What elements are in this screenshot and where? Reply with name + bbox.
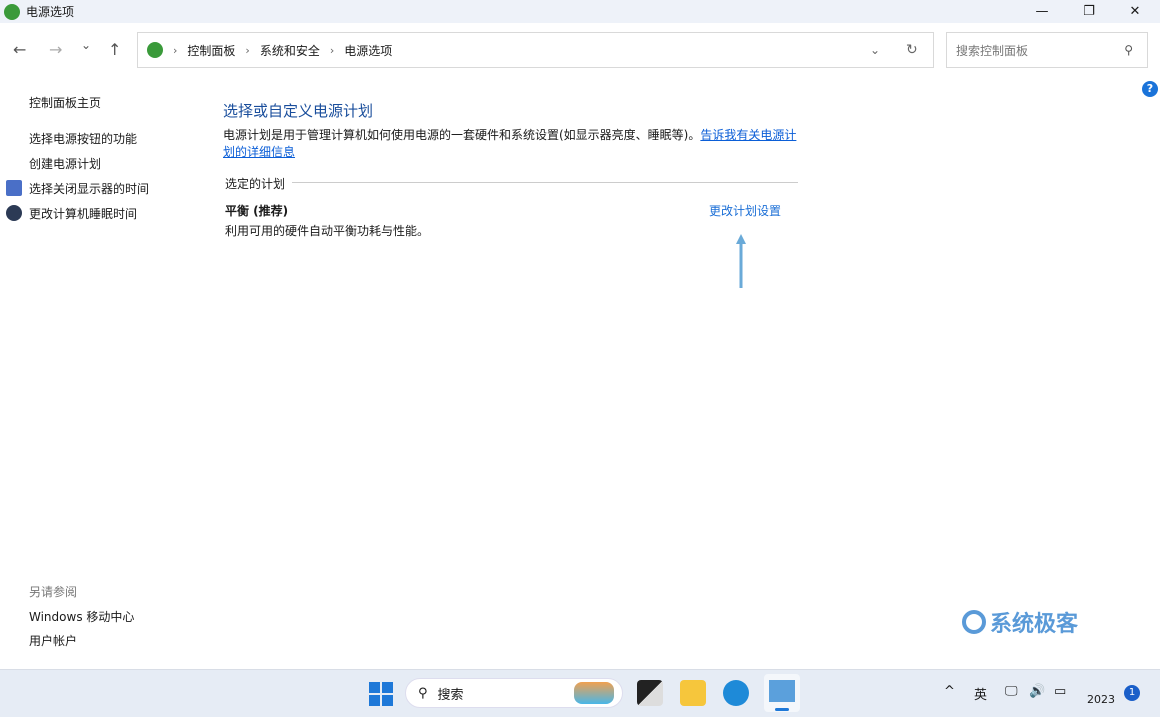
watermark-logo: 系统极客 (962, 606, 1078, 638)
control-panel-icon (147, 42, 163, 58)
power-options-icon (4, 3, 20, 20)
divider (292, 182, 798, 183)
up-button[interactable]: ↑ (108, 40, 121, 59)
notification-badge[interactable]: 1 (1124, 685, 1140, 701)
forward-button[interactable]: → (49, 40, 62, 59)
address-bar[interactable]: › 控制面板 › 系统和安全 › 电源选项 ⌄ ↻ (137, 32, 934, 68)
clock[interactable]: 2023 (1087, 693, 1115, 706)
sidebar-home-link[interactable]: 控制面板主页 (29, 94, 101, 111)
help-icon[interactable]: ? (1142, 81, 1158, 97)
file-explorer-icon[interactable] (680, 680, 706, 706)
taskbar-search[interactable]: ⚲ 搜索 (405, 678, 623, 708)
chevron-right-icon: › (245, 43, 250, 57)
sidebar-power-button-link[interactable]: 选择电源按钮的功能 (29, 130, 137, 147)
control-panel-taskbar-button[interactable] (764, 674, 800, 712)
monitor-icon (6, 180, 22, 196)
change-plan-settings-link[interactable]: 更改计划设置 (709, 202, 781, 219)
page-description: 电源计划是用于管理计算机如何使用电源的一套硬件和系统设置(如显示器亮度、睡眠等)… (223, 127, 803, 161)
ime-indicator[interactable]: 英 (974, 684, 987, 703)
sidebar-create-plan-link[interactable]: 创建电源计划 (29, 155, 101, 172)
sidebar-display-off-link[interactable]: 选择关闭显示器的时间 (29, 180, 149, 197)
battery-icon[interactable]: ▭ (1054, 684, 1066, 699)
active-indicator (775, 708, 789, 711)
selected-plan-heading: 选定的计划 (225, 177, 286, 191)
window-title: 电源选项 (26, 5, 75, 19)
taskbar-search-label: 搜索 (437, 687, 464, 703)
search-input[interactable]: 搜索控制面板 ⚲ (946, 32, 1148, 68)
see-also-heading: 另请参阅 (29, 585, 78, 599)
breadcrumb-system-security[interactable]: 系统和安全 (260, 42, 320, 59)
plan-name: 平衡 (推荐) (225, 204, 289, 218)
close-button[interactable]: ✕ (1112, 0, 1158, 23)
recent-locations-button[interactable]: ⌄ (81, 38, 91, 52)
watermark-text: 系统极客 (990, 612, 1079, 637)
page-title: 选择或自定义电源计划 (223, 102, 374, 120)
search-icon: ⚲ (418, 685, 428, 701)
search-placeholder: 搜索控制面板 (956, 43, 1029, 58)
breadcrumb-control-panel[interactable]: 控制面板 (187, 42, 235, 59)
sleep-moon-icon (6, 205, 22, 221)
maximize-button[interactable]: ❐ (1066, 0, 1112, 23)
chevron-right-icon: › (329, 43, 335, 57)
minimize-button[interactable]: — (1019, 0, 1065, 23)
edge-icon[interactable] (723, 680, 749, 706)
user-accounts-link[interactable]: 用户帐户 (29, 632, 77, 649)
title-bar: 电源选项 (0, 0, 1160, 23)
breadcrumb-power-options[interactable]: 电源选项 (344, 42, 392, 59)
plan-description: 利用可用的硬件自动平衡功耗与性能。 (225, 224, 430, 238)
sidebar-sleep-link[interactable]: 更改计算机睡眠时间 (29, 205, 137, 222)
refresh-icon[interactable]: ↻ (906, 42, 918, 58)
mobility-center-link[interactable]: Windows 移动中心 (29, 608, 134, 625)
network-icon[interactable]: 🖵 (1005, 684, 1018, 699)
task-view-icon[interactable] (637, 680, 663, 706)
control-panel-icon (769, 680, 795, 702)
address-dropdown-icon[interactable]: ⌄ (870, 43, 880, 57)
search-icon: ⚲ (1124, 43, 1133, 57)
arrow-up-icon (736, 234, 746, 288)
chevron-right-icon: › (173, 43, 178, 57)
logo-icon (962, 610, 986, 634)
volume-icon[interactable]: 🔊 (1029, 684, 1045, 699)
back-button[interactable]: ← (13, 40, 26, 59)
beach-umbrella-icon (574, 682, 614, 704)
description-text: 电源计划是用于管理计算机如何使用电源的一套硬件和系统设置(如显示器亮度、睡眠等)… (223, 128, 701, 142)
start-button[interactable] (369, 682, 393, 706)
show-hidden-icons-button[interactable]: ^ (944, 684, 955, 699)
